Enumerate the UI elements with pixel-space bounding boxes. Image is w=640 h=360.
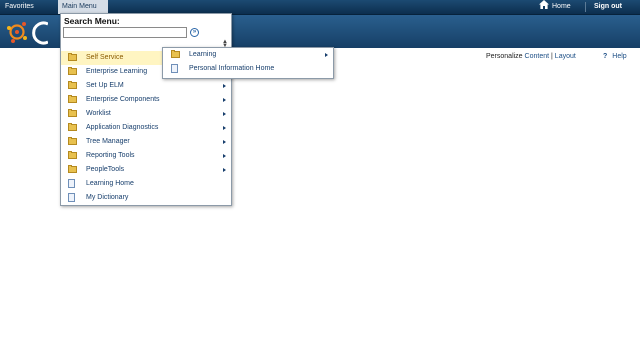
- menu-item[interactable]: PeopleTools: [61, 163, 231, 177]
- help-icon: ?: [603, 53, 608, 60]
- menu-item[interactable]: Worklist: [61, 107, 231, 121]
- folder-icon: [68, 67, 77, 75]
- menu-item-label: Enterprise Learning: [86, 68, 148, 75]
- page-icon: [171, 64, 178, 73]
- menu-item-label: Tree Manager: [86, 138, 130, 145]
- folder-icon: [171, 50, 180, 58]
- favorites-menu-button[interactable]: Favorites: [1, 0, 45, 23]
- menu-item[interactable]: My Dictionary: [61, 191, 231, 205]
- submenu-item-list: Learning Personal Information Home: [163, 48, 333, 76]
- chevron-right-icon: [223, 168, 226, 172]
- menu-item-label: Self Service: [86, 54, 124, 61]
- menu-item-label: Application Diagnostics: [86, 124, 159, 131]
- menu-item[interactable]: Enterprise Components: [61, 93, 231, 107]
- help-link[interactable]: ? Help: [603, 53, 627, 60]
- personalize-label: Personalize: [486, 53, 523, 60]
- folder-icon: [68, 95, 77, 103]
- menu-item-label: Worklist: [86, 110, 111, 117]
- menu-item-label: Personal Information Home: [189, 65, 275, 72]
- main-menu-dropdown: Search Menu: » ▲ ▼ Self Service Enterprise…: [60, 13, 232, 206]
- menu-item-label: Set Up ELM: [86, 82, 124, 89]
- main-menu-label: Main Menu: [62, 3, 97, 10]
- search-menu-input[interactable]: [63, 27, 187, 38]
- chevron-right-icon: [223, 84, 226, 88]
- folder-icon: [68, 109, 77, 117]
- search-menu-label: Search Menu:: [64, 16, 120, 26]
- nav-divider: [585, 2, 586, 12]
- self-service-submenu: Learning Personal Information Home: [162, 47, 334, 79]
- menu-item[interactable]: Application Diagnostics: [61, 121, 231, 135]
- sign-out-link[interactable]: Sign out: [590, 0, 638, 14]
- chevron-right-icon: [223, 154, 226, 158]
- search-go-button[interactable]: »: [190, 28, 199, 37]
- menu-item-label: Reporting Tools: [86, 152, 135, 159]
- page-icon: [68, 193, 75, 202]
- page-icon: [68, 179, 75, 188]
- personalize-content-link[interactable]: Content: [525, 53, 550, 60]
- favorites-label: Favorites: [5, 3, 34, 10]
- separator: |: [551, 53, 553, 60]
- folder-icon: [68, 53, 77, 61]
- folder-icon: [68, 81, 77, 89]
- chevron-right-icon: [325, 53, 328, 57]
- chevron-right-icon: [223, 140, 226, 144]
- sign-out-label: Sign out: [594, 3, 622, 10]
- folder-icon: [68, 137, 77, 145]
- chevron-right-icon: [223, 98, 226, 102]
- menu-item[interactable]: Set Up ELM: [61, 79, 231, 93]
- menu-item-label: Learning Home: [86, 180, 134, 187]
- menu-item-label: My Dictionary: [86, 194, 129, 201]
- chevron-right-icon: [223, 126, 226, 130]
- menu-item[interactable]: Personal Information Home: [163, 62, 333, 76]
- menu-item-label: Learning: [189, 51, 217, 58]
- personalize-layout-link[interactable]: Layout: [555, 53, 576, 60]
- menu-item-label: PeopleTools: [86, 166, 125, 173]
- pagelet-personalize-bar: Personalize Content | Layout: [486, 53, 576, 60]
- home-link[interactable]: Home: [536, 0, 582, 14]
- folder-icon: [68, 165, 77, 173]
- main-menu-button[interactable]: Main Menu: [58, 0, 108, 23]
- home-label: Home: [552, 3, 571, 10]
- chevron-right-icon: [223, 112, 226, 116]
- menu-item[interactable]: Learning: [163, 48, 333, 62]
- menu-item-label: Enterprise Components: [86, 96, 160, 103]
- menu-item[interactable]: Reporting Tools: [61, 149, 231, 163]
- home-icon: [539, 0, 549, 9]
- oracle-logo-icon: [7, 21, 48, 45]
- folder-icon: [68, 151, 77, 159]
- help-label: Help: [612, 53, 627, 60]
- folder-icon: [68, 123, 77, 131]
- menu-item[interactable]: Learning Home: [61, 177, 231, 191]
- menu-item[interactable]: Tree Manager: [61, 135, 231, 149]
